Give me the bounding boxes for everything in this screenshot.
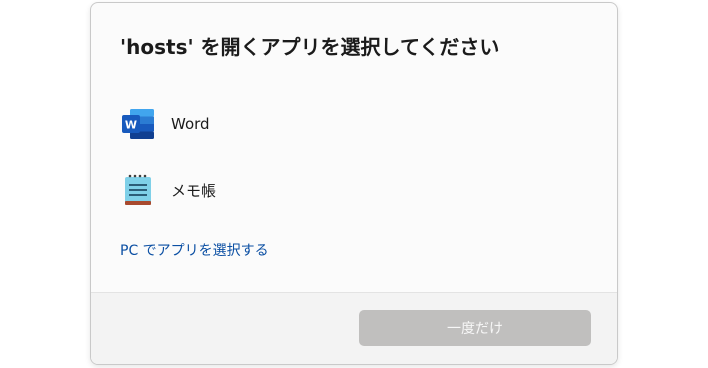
svg-text:W: W (125, 119, 137, 132)
app-list: W Word メモ帳 (91, 91, 617, 223)
just-once-button[interactable]: 一度だけ (359, 310, 591, 346)
app-item-notepad[interactable]: メモ帳 (91, 157, 617, 223)
dialog-footer: 一度だけ (91, 292, 617, 364)
word-icon: W (119, 105, 157, 143)
choose-app-on-pc-link[interactable]: PC でアプリを選択する (120, 240, 269, 260)
app-name: Word (171, 115, 210, 133)
app-item-word[interactable]: W Word (91, 91, 617, 157)
notepad-icon (119, 171, 157, 209)
open-with-dialog: 'hosts' を開くアプリを選択してください W Word メモ帳 PC でア… (90, 2, 618, 365)
app-name: メモ帳 (171, 181, 217, 200)
dialog-title: 'hosts' を開くアプリを選択してください (120, 35, 500, 59)
